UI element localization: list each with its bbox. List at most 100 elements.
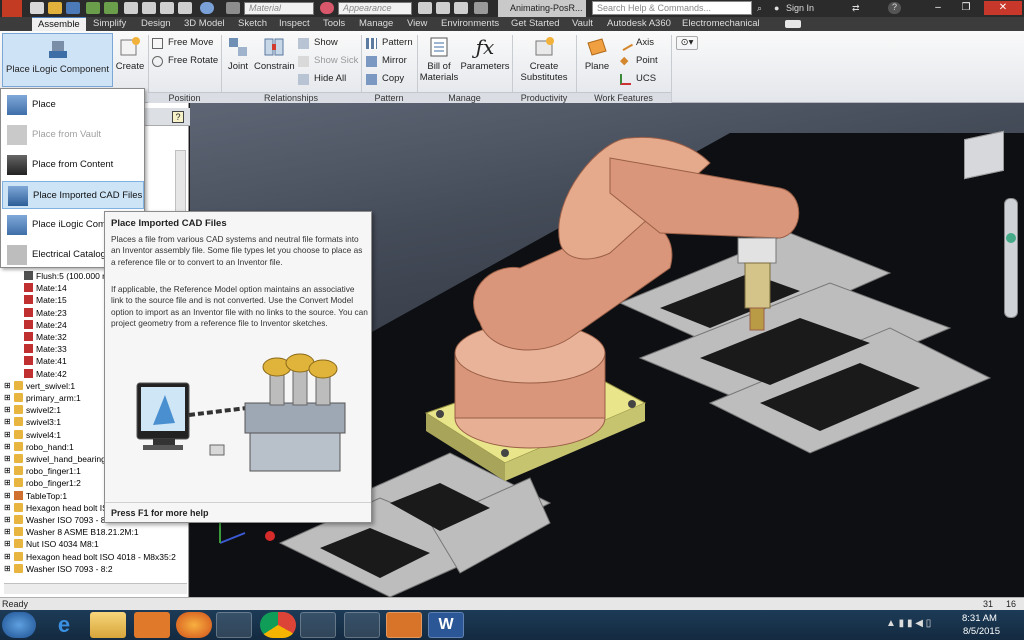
browser-tree-row[interactable]: ⊞ Hexagon head bolt ISO 4018 - M8x35:2	[4, 551, 176, 563]
browser-tree-row[interactable]: Mate:24	[24, 319, 67, 331]
panel-pattern[interactable]: Pattern	[361, 92, 417, 103]
expand-icon[interactable]: ⊞	[4, 404, 11, 416]
browser-tree-row[interactable]: ⊞ swivel_hand_bearing:	[4, 453, 108, 465]
bill-of-materials-button[interactable]: Bill of Materials	[418, 35, 460, 83]
browser-tree-row[interactable]: ⊞ vert_swivel:1	[4, 380, 75, 392]
menu-item-place-imported-cad-files[interactable]: Place Imported CAD Files	[2, 181, 144, 209]
browser-tree-row[interactable]: ⊞ Nut ISO 4034 M8:1	[4, 538, 99, 550]
tray-icons[interactable]: ▲ ▮ ▮ ◀ ▯	[886, 618, 956, 632]
maximize-button[interactable]: ❐	[954, 1, 978, 15]
point-button[interactable]: ◆ Point	[620, 54, 658, 68]
browser-tree-row[interactable]: ⊞ swivel4:1	[4, 429, 61, 441]
panel-manage[interactable]: Manage	[417, 92, 512, 103]
expand-icon[interactable]: ⊞	[4, 453, 11, 465]
plane-button[interactable]: Plane	[580, 35, 614, 72]
browser-tree-row[interactable]: Mate:23	[24, 307, 67, 319]
tab-autodesk-a360[interactable]: Autodesk A360	[607, 17, 671, 31]
app-menu-button[interactable]	[2, 0, 22, 17]
hide-all-button[interactable]: Hide All	[298, 72, 346, 86]
browser-tree-row[interactable]: ⊞ Hexagon head bolt ISO	[4, 502, 114, 514]
browser-tree-row[interactable]: ⊞ robo_finger1:2	[4, 477, 81, 489]
browser-tree-row[interactable]: ⊞ Washer ISO 7093 - 8:2	[4, 563, 113, 575]
ucs-button[interactable]: UCS	[620, 72, 656, 86]
clear-appearance-icon[interactable]	[418, 2, 432, 14]
panel-position[interactable]: Position	[148, 92, 221, 103]
create-component-button[interactable]: Create	[114, 35, 146, 87]
expand-icon[interactable]: ⊞	[4, 563, 11, 575]
copy-button[interactable]: Copy	[366, 72, 404, 86]
browser-tree-row[interactable]: ⊞ Washer ISO 7093 - 8	[4, 514, 106, 526]
media-player-icon[interactable]	[134, 612, 170, 638]
firefox-icon[interactable]	[176, 612, 212, 638]
menu-item-place[interactable]: Place	[2, 91, 144, 119]
free-rotate-button[interactable]: Free Rotate	[152, 54, 218, 68]
internet-explorer-icon[interactable]: e	[46, 612, 82, 638]
app-icon-purple[interactable]	[300, 612, 336, 638]
browser-tree-row[interactable]: Mate:41	[24, 355, 67, 367]
expand-icon[interactable]: ⊞	[4, 429, 11, 441]
ribbon-more-button[interactable]: ⊙▾	[676, 36, 698, 50]
expand-icon[interactable]: ⊞	[4, 416, 11, 428]
browser-hscrollbar[interactable]	[4, 583, 187, 594]
menu-item-place-from-content-center[interactable]: Place from Content Center	[2, 151, 144, 198]
chrome-icon[interactable]	[260, 612, 296, 638]
sign-in-link[interactable]: Sign In	[786, 3, 814, 13]
parameters-button[interactable]: ƒx Parameters	[460, 35, 510, 72]
browser-tree-row[interactable]: Mate:15	[24, 294, 67, 306]
adjust-icon[interactable]	[436, 2, 450, 14]
measure-icon[interactable]	[178, 2, 192, 14]
update-icon[interactable]	[142, 2, 156, 14]
browser-tree-row[interactable]: Mate:42	[24, 368, 67, 380]
color-icon[interactable]	[200, 2, 214, 14]
exchange-icon[interactable]: ⇄	[852, 3, 860, 14]
undo-icon[interactable]	[86, 2, 100, 14]
expand-icon[interactable]: ⊞	[4, 392, 11, 404]
redo-icon[interactable]	[104, 2, 118, 14]
tab-manage[interactable]: Manage	[359, 17, 393, 31]
open-icon[interactable]	[48, 2, 62, 14]
browser-tree-row[interactable]: Mate:14	[24, 282, 67, 294]
expand-icon[interactable]: ⊞	[4, 477, 11, 489]
appearance-select[interactable]: Appearance	[338, 2, 412, 15]
clock-time[interactable]: 8:31 AM	[962, 613, 997, 624]
quick-access-menu-icon[interactable]	[474, 2, 488, 14]
snipping-tool-icon[interactable]	[216, 612, 252, 638]
tab-design[interactable]: Design	[141, 17, 171, 31]
browser-tree-row[interactable]: ⊞ swivel3:1	[4, 416, 61, 428]
expand-icon[interactable]: ⊞	[4, 441, 11, 453]
show-button[interactable]: Show	[298, 36, 338, 50]
tab-assemble[interactable]: Assemble	[32, 17, 86, 31]
browser-tree-row[interactable]: Mate:32	[24, 331, 67, 343]
expand-icon[interactable]: ⊞	[4, 514, 11, 526]
expand-icon[interactable]: ⊞	[4, 380, 11, 392]
select-icon[interactable]	[160, 2, 174, 14]
tab-environments[interactable]: Environments	[441, 17, 499, 31]
tab-get-started[interactable]: Get Started	[511, 17, 560, 31]
nav-zoom-icon[interactable]	[1006, 233, 1016, 243]
tab-3d-model[interactable]: 3D Model	[184, 17, 225, 31]
menu-item-place-from-vault[interactable]: Place from Vault	[2, 121, 144, 149]
file-explorer-icon[interactable]	[90, 612, 126, 638]
minimize-button[interactable]: –	[926, 1, 950, 15]
tab-view[interactable]: View	[407, 17, 427, 31]
expand-icon[interactable]: ⊞	[4, 490, 11, 502]
browser-help-button[interactable]: ?	[172, 111, 184, 123]
material-icon[interactable]	[226, 2, 240, 14]
tab-vault[interactable]: Vault	[572, 17, 593, 31]
browser-tree-row[interactable]: ⊞ Washer 8 ASME B18.21.2M:1	[4, 526, 139, 538]
pattern-button[interactable]: Pattern	[366, 36, 413, 50]
save-icon[interactable]	[66, 2, 80, 14]
clock-date[interactable]: 8/5/2015	[963, 626, 1000, 637]
panel-productivity[interactable]: Productivity	[512, 92, 576, 103]
viewcube[interactable]	[964, 130, 1004, 180]
new-icon[interactable]	[30, 2, 44, 14]
panel-work-features[interactable]: Work Features	[576, 92, 671, 103]
start-button[interactable]	[2, 612, 36, 638]
create-substitutes-button[interactable]: Create Substitutes	[514, 35, 574, 83]
document-tab[interactable]: Animating-PosR...	[498, 0, 586, 17]
free-move-button[interactable]: Free Move	[152, 36, 213, 50]
inventor-icon[interactable]	[386, 612, 422, 638]
binoculars-icon[interactable]: ⌕	[757, 3, 762, 14]
browser-tree-row[interactable]: ⊞ robo_finger1:1	[4, 465, 81, 477]
ribbon-options-icon[interactable]	[785, 20, 801, 28]
